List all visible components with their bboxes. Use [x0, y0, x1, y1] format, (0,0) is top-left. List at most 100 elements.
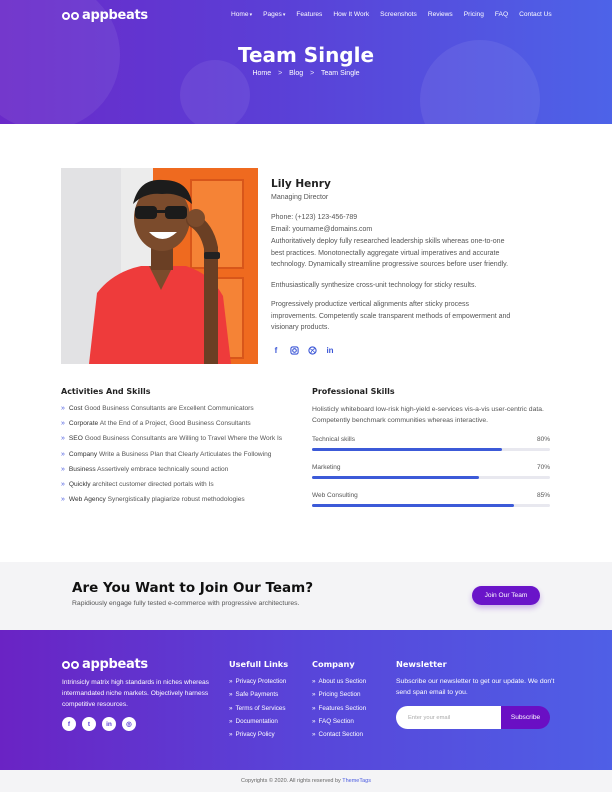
- cta-subtitle: Rapidiously engage fully tested e-commer…: [72, 600, 300, 607]
- double-chevron-right-icon: »: [229, 731, 233, 739]
- linkedin-icon[interactable]: in: [325, 345, 335, 355]
- skill-percent: 80%: [536, 436, 550, 443]
- skill-progress-track: [312, 448, 550, 451]
- footer-link[interactable]: » FAQ Section: [312, 718, 366, 731]
- brand-logo[interactable]: appbeats: [62, 8, 148, 23]
- cta-title: Are You Want to Join Our Team?: [72, 580, 314, 596]
- nav-item-screenshots[interactable]: Screenshots: [380, 11, 417, 18]
- double-chevron-right-icon: »: [312, 717, 316, 725]
- nav-item-pages[interactable]: Pages▾: [263, 11, 285, 18]
- nav-item-how-it-work[interactable]: How It Work: [333, 11, 369, 18]
- brand-name: appbeats: [82, 657, 148, 672]
- footer-link[interactable]: » Terms of Services: [229, 705, 286, 718]
- activities-list: » Cost Good Business Consultants are Exce…: [61, 405, 282, 511]
- copyright-text: Copyrights © 2020. All rights reserved b…: [241, 778, 341, 784]
- skill-percent: 85%: [536, 492, 550, 499]
- double-chevron-right-icon: »: [61, 420, 65, 428]
- newsletter-email-input[interactable]: Enter your email: [396, 706, 502, 729]
- double-chevron-right-icon: »: [61, 405, 65, 412]
- breadcrumb-home[interactable]: Home: [252, 70, 271, 77]
- main-nav: Home▾ Pages▾ Features How It Work Screen…: [231, 11, 563, 18]
- chevron-down-icon: ▾: [282, 12, 286, 18]
- copyright-link[interactable]: ThemeTags: [342, 778, 371, 784]
- double-chevron-right-icon: »: [229, 717, 233, 725]
- photo-illustration: [61, 168, 258, 364]
- footer-useful-links: » Privacy Protection » Safe Payments » Term…: [229, 678, 286, 744]
- chevron-down-icon: ▾: [249, 12, 253, 18]
- list-item: » Cost Good Business Consultants are Exce…: [61, 405, 254, 412]
- footer-social-links: f t in ◎: [62, 717, 136, 731]
- activities-title: Activities And Skills: [61, 387, 151, 396]
- subscribe-button[interactable]: Subscribe: [501, 706, 550, 729]
- member-phone: Phone: (+123) 123-456-789: [271, 214, 358, 221]
- footer-about-text: Intrinsicly matrix high standards in nic…: [62, 679, 209, 708]
- dribbble-icon[interactable]: [307, 345, 317, 355]
- join-team-button[interactable]: Join Our Team: [472, 586, 540, 605]
- footer-link[interactable]: » Privacy Policy: [229, 731, 286, 744]
- instagram-icon[interactable]: [289, 345, 299, 355]
- double-chevron-right-icon: »: [61, 465, 65, 473]
- nav-item-home[interactable]: Home▾: [231, 11, 252, 18]
- footer-company-links: » About us Section » Pricing Section » Feat…: [312, 678, 366, 744]
- double-chevron-right-icon: »: [61, 450, 65, 458]
- facebook-icon[interactable]: f: [62, 717, 76, 731]
- newsletter-text: Subscribe our newsletter to get our upda…: [396, 678, 555, 696]
- skill-name: Marketing: [312, 464, 341, 471]
- double-chevron-right-icon: »: [61, 480, 65, 488]
- skill-name: Technical skills: [312, 436, 355, 443]
- member-role: Managing Director: [271, 194, 329, 201]
- skill-technical: Technical skills 80%: [312, 436, 550, 451]
- twitter-icon[interactable]: t: [82, 717, 96, 731]
- member-bio-paragraph: Progressively productize vertical alignm…: [271, 301, 511, 331]
- breadcrumb: Home > Blog > Team Single: [0, 70, 612, 77]
- skill-name: Web Consulting: [312, 492, 358, 499]
- footer-newsletter-title: Newsletter: [396, 659, 447, 669]
- skill-progress-fill: [312, 476, 479, 479]
- double-chevron-right-icon: »: [312, 704, 316, 712]
- skill-marketing: Marketing 70%: [312, 464, 550, 479]
- double-chevron-right-icon: »: [312, 691, 316, 699]
- brand-name: appbeats: [82, 8, 148, 23]
- footer-link[interactable]: » Contact Section: [312, 731, 366, 744]
- list-item: » Company Write a Business Plan that Clea…: [61, 450, 272, 458]
- footer-company-title: Company: [312, 659, 355, 669]
- professional-skills-description: Holisticly whiteboard low-risk high-yiel…: [312, 406, 544, 424]
- member-social-links: f in: [271, 345, 335, 355]
- member-name: Lily Henry: [271, 178, 331, 190]
- breadcrumb-separator: >: [310, 70, 315, 77]
- facebook-icon[interactable]: f: [271, 345, 281, 355]
- skill-progress-fill: [312, 448, 503, 451]
- double-chevron-right-icon: »: [229, 704, 233, 712]
- breadcrumb-blog[interactable]: Blog: [289, 70, 303, 77]
- list-item: » Web Agency Synergistically plagiarize r…: [61, 496, 245, 504]
- member-bio-paragraph: Authoritatively deploy fully researched …: [271, 238, 509, 268]
- double-chevron-right-icon: »: [312, 731, 316, 739]
- logo-mark-icon: [62, 660, 79, 669]
- list-item: » Business Assertively embrace technicall…: [61, 465, 229, 473]
- footer-link[interactable]: » Features Section: [312, 705, 366, 718]
- nav-item-reviews[interactable]: Reviews: [428, 11, 453, 18]
- skill-web-consulting: Web Consulting 85%: [312, 492, 550, 507]
- dribbble-icon[interactable]: ◎: [122, 717, 136, 731]
- footer-logo[interactable]: appbeats: [62, 657, 148, 672]
- list-item: » SEO Good Business Consultants are Willi…: [61, 435, 283, 443]
- skill-progress-track: [312, 476, 550, 479]
- footer-link[interactable]: » Documentation: [229, 718, 286, 731]
- footer-link[interactable]: » Safe Payments: [229, 691, 286, 704]
- member-bio-paragraph: Enthusiastically synthesize cross-unit t…: [271, 282, 477, 289]
- nav-item-faq[interactable]: FAQ: [495, 11, 508, 18]
- double-chevron-right-icon: »: [229, 678, 233, 685]
- double-chevron-right-icon: »: [61, 435, 65, 443]
- footer-link[interactable]: » Privacy Protection: [229, 678, 286, 691]
- list-item: » Quickly architect customer directed por…: [61, 480, 214, 488]
- double-chevron-right-icon: »: [61, 496, 65, 504]
- nav-item-pricing[interactable]: Pricing: [464, 11, 484, 18]
- copyright-bar: Copyrights © 2020. All rights reserved b…: [0, 770, 612, 792]
- linkedin-icon[interactable]: in: [102, 717, 116, 731]
- professional-skills-title: Professional Skills: [312, 387, 395, 396]
- nav-item-features[interactable]: Features: [296, 11, 322, 18]
- list-item: » Corporate At the End of a Project, Good…: [61, 420, 251, 428]
- nav-item-contact[interactable]: Contact Us: [519, 11, 552, 18]
- footer-link[interactable]: » Pricing Section: [312, 691, 366, 704]
- footer-link[interactable]: » About us Section: [312, 678, 366, 691]
